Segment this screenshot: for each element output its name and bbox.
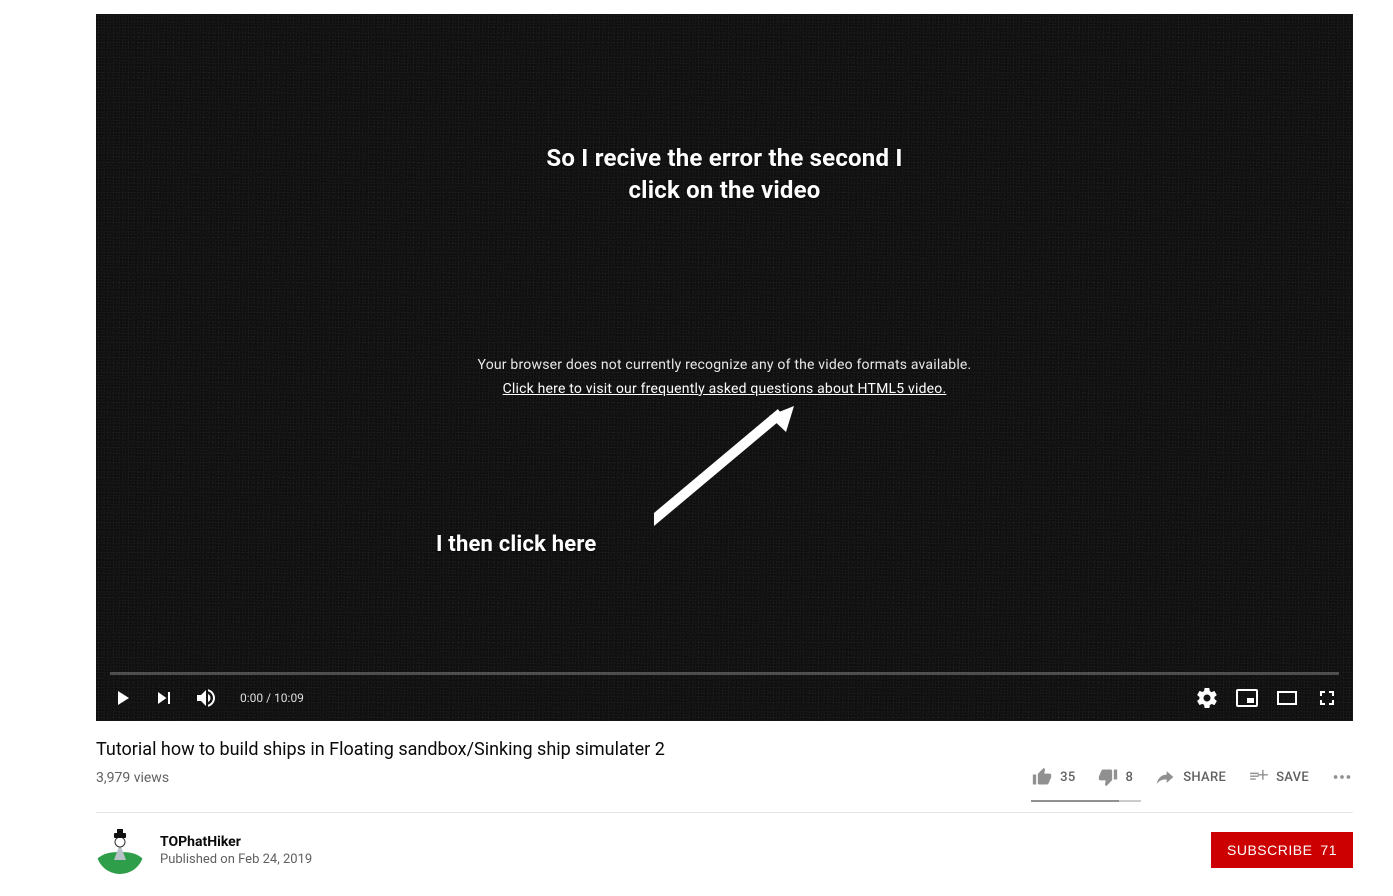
volume-icon[interactable]	[194, 686, 218, 710]
channel-name[interactable]: TOPhatHiker	[160, 834, 312, 850]
channel-row: TOPhatHiker Published on Feb 24, 2019 SU…	[96, 826, 1353, 874]
channel-avatar[interactable]	[96, 826, 144, 874]
like-button[interactable]: 35	[1032, 767, 1075, 787]
more-horiz-icon	[1331, 766, 1353, 788]
playlist-add-icon	[1248, 767, 1268, 787]
dislike-button[interactable]: 8	[1098, 767, 1134, 787]
thumb-down-icon	[1098, 767, 1118, 787]
annotation-bottom: I then click here	[436, 532, 596, 557]
fullscreen-icon[interactable]	[1315, 686, 1339, 710]
current-time: 0:00	[240, 691, 263, 705]
share-label: SHARE	[1183, 770, 1226, 785]
publish-date: Published on Feb 24, 2019	[160, 852, 312, 867]
duration: 10:09	[274, 691, 304, 705]
thumb-up-icon	[1032, 767, 1052, 787]
settings-icon[interactable]	[1195, 686, 1219, 710]
share-icon	[1155, 767, 1175, 787]
time-display: 0:00 / 10:09	[240, 691, 304, 705]
video-title: Tutorial how to build ships in Floating …	[96, 739, 1353, 760]
subscribe-label: SUBSCRIBE	[1227, 842, 1312, 858]
html5-faq-link[interactable]: Click here to visit our frequently asked…	[503, 381, 947, 397]
sentiment-bar	[1031, 800, 1141, 802]
save-label: SAVE	[1276, 770, 1309, 785]
like-count: 35	[1060, 770, 1075, 785]
play-icon[interactable]	[110, 686, 134, 710]
video-error-message: Your browser does not currently recogniz…	[96, 354, 1353, 378]
video-player[interactable]: So I recive the error the second I click…	[96, 14, 1353, 721]
save-button[interactable]: SAVE	[1248, 767, 1309, 787]
more-actions-button[interactable]	[1331, 766, 1353, 788]
share-button[interactable]: SHARE	[1155, 767, 1226, 787]
annotation-top: So I recive the error the second I click…	[96, 142, 1353, 207]
avatar-illustration-icon	[96, 826, 144, 874]
player-controls: 0:00 / 10:09	[96, 675, 1353, 721]
subscribe-button[interactable]: SUBSCRIBE 71	[1211, 832, 1353, 868]
divider	[96, 812, 1353, 813]
video-error-block: Your browser does not currently recogniz…	[96, 354, 1353, 402]
video-actions: 35 8 SHARE SAVE	[1032, 766, 1353, 788]
theater-icon[interactable]	[1275, 686, 1299, 710]
next-icon[interactable]	[152, 686, 176, 710]
miniplayer-icon[interactable]	[1235, 686, 1259, 710]
subscriber-count: 71	[1320, 842, 1337, 858]
dislike-count: 8	[1126, 770, 1134, 785]
